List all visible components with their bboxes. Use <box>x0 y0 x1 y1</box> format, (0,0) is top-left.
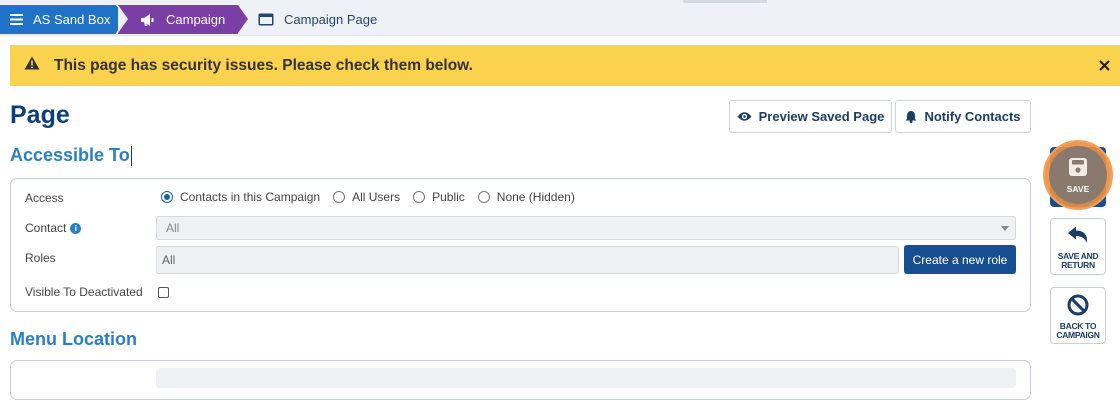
breadcrumb-page-label: Campaign Page <box>284 12 378 27</box>
floppy-disk-icon <box>1068 157 1088 182</box>
breadcrumb-campaign-label: Campaign <box>166 12 226 27</box>
megaphone-icon <box>140 13 156 27</box>
eye-icon <box>737 111 752 122</box>
radio-button[interactable] <box>413 191 426 203</box>
contact-select[interactable]: All <box>156 216 1016 240</box>
contact-label-row: Contact i <box>25 221 82 235</box>
radio-button-selected[interactable] <box>161 191 173 203</box>
radio-button[interactable] <box>477 191 490 203</box>
section-accessible-to: Accessible To <box>10 145 132 167</box>
top-scroll-indicator <box>683 0 767 3</box>
undo-arrow-icon <box>1067 226 1089 249</box>
access-option-public[interactable]: Public <box>413 190 465 204</box>
back-to-campaign-label-2: CAMPAIGN <box>1056 330 1100 340</box>
chevron-down-icon <box>1001 226 1009 231</box>
security-alert: This page has security issues. Please ch… <box>10 45 1120 86</box>
breadcrumb: AS Sand Box Campaign Campaign Page <box>0 0 1120 36</box>
save-and-return-label-2: RETURN <box>1061 260 1095 270</box>
bell-icon <box>905 110 917 123</box>
access-option-label: All Users <box>352 190 401 204</box>
access-panel: Access Contacts in this Campaign All Use… <box>10 178 1031 312</box>
breadcrumb-campaign[interactable]: Campaign <box>118 5 248 34</box>
breadcrumb-home-label: AS Sand Box <box>33 12 111 27</box>
breadcrumb-page[interactable]: Campaign Page <box>258 5 377 34</box>
save-label: SAVE <box>1066 183 1090 194</box>
breadcrumb-home[interactable]: AS Sand Box <box>0 5 126 34</box>
notify-contacts-label: Notify Contacts <box>924 109 1021 124</box>
roles-input[interactable]: All <box>156 246 899 274</box>
preview-saved-page-label: Preview Saved Page <box>758 109 885 124</box>
access-option-label: Public <box>432 190 465 204</box>
create-new-role-button[interactable]: Create a new role <box>904 245 1016 274</box>
access-option-label: Contacts in this Campaign <box>180 190 321 204</box>
menu-location-panel <box>10 360 1031 400</box>
access-label: Access <box>25 191 64 205</box>
visible-to-deactivated-label: Visible To Deactivated <box>25 285 143 299</box>
info-icon[interactable]: i <box>70 222 82 234</box>
visible-to-deactivated-checkbox[interactable] <box>158 287 169 298</box>
access-option-contacts[interactable]: Contacts in this Campaign <box>161 190 320 204</box>
roles-input-value: All <box>162 253 176 267</box>
page-title: Page <box>10 101 70 129</box>
access-option-label: None (Hidden) <box>496 190 575 204</box>
close-icon[interactable] <box>1094 55 1114 75</box>
window-icon <box>258 13 274 26</box>
save-button[interactable]: SAVE <box>1049 146 1107 204</box>
access-option-all-users[interactable]: All Users <box>333 190 400 204</box>
text-cursor <box>130 146 132 167</box>
access-option-none[interactable]: None (Hidden) <box>477 190 575 204</box>
warning-icon <box>24 56 40 75</box>
access-radio-group: Contacts in this Campaign All Users Publ… <box>161 190 588 204</box>
section-accessible-to-label: Accessible To <box>10 145 130 165</box>
save-and-return-button[interactable]: SAVE AND RETURN <box>1050 218 1106 275</box>
contact-select-value: All <box>166 221 180 235</box>
notify-contacts-button[interactable]: Notify Contacts <box>895 100 1031 133</box>
ban-icon <box>1067 294 1089 321</box>
contact-label: Contact <box>25 221 67 235</box>
preview-saved-page-button[interactable]: Preview Saved Page <box>729 100 892 133</box>
menu-icon <box>10 14 23 25</box>
radio-button[interactable] <box>333 191 346 203</box>
section-menu-location: Menu Location <box>10 329 137 349</box>
back-to-campaign-button[interactable]: BACK TO CAMPAIGN <box>1050 287 1106 344</box>
alert-message: This page has security issues. Please ch… <box>54 56 473 74</box>
roles-label: Roles <box>25 251 56 265</box>
menu-location-input[interactable] <box>156 368 1016 388</box>
